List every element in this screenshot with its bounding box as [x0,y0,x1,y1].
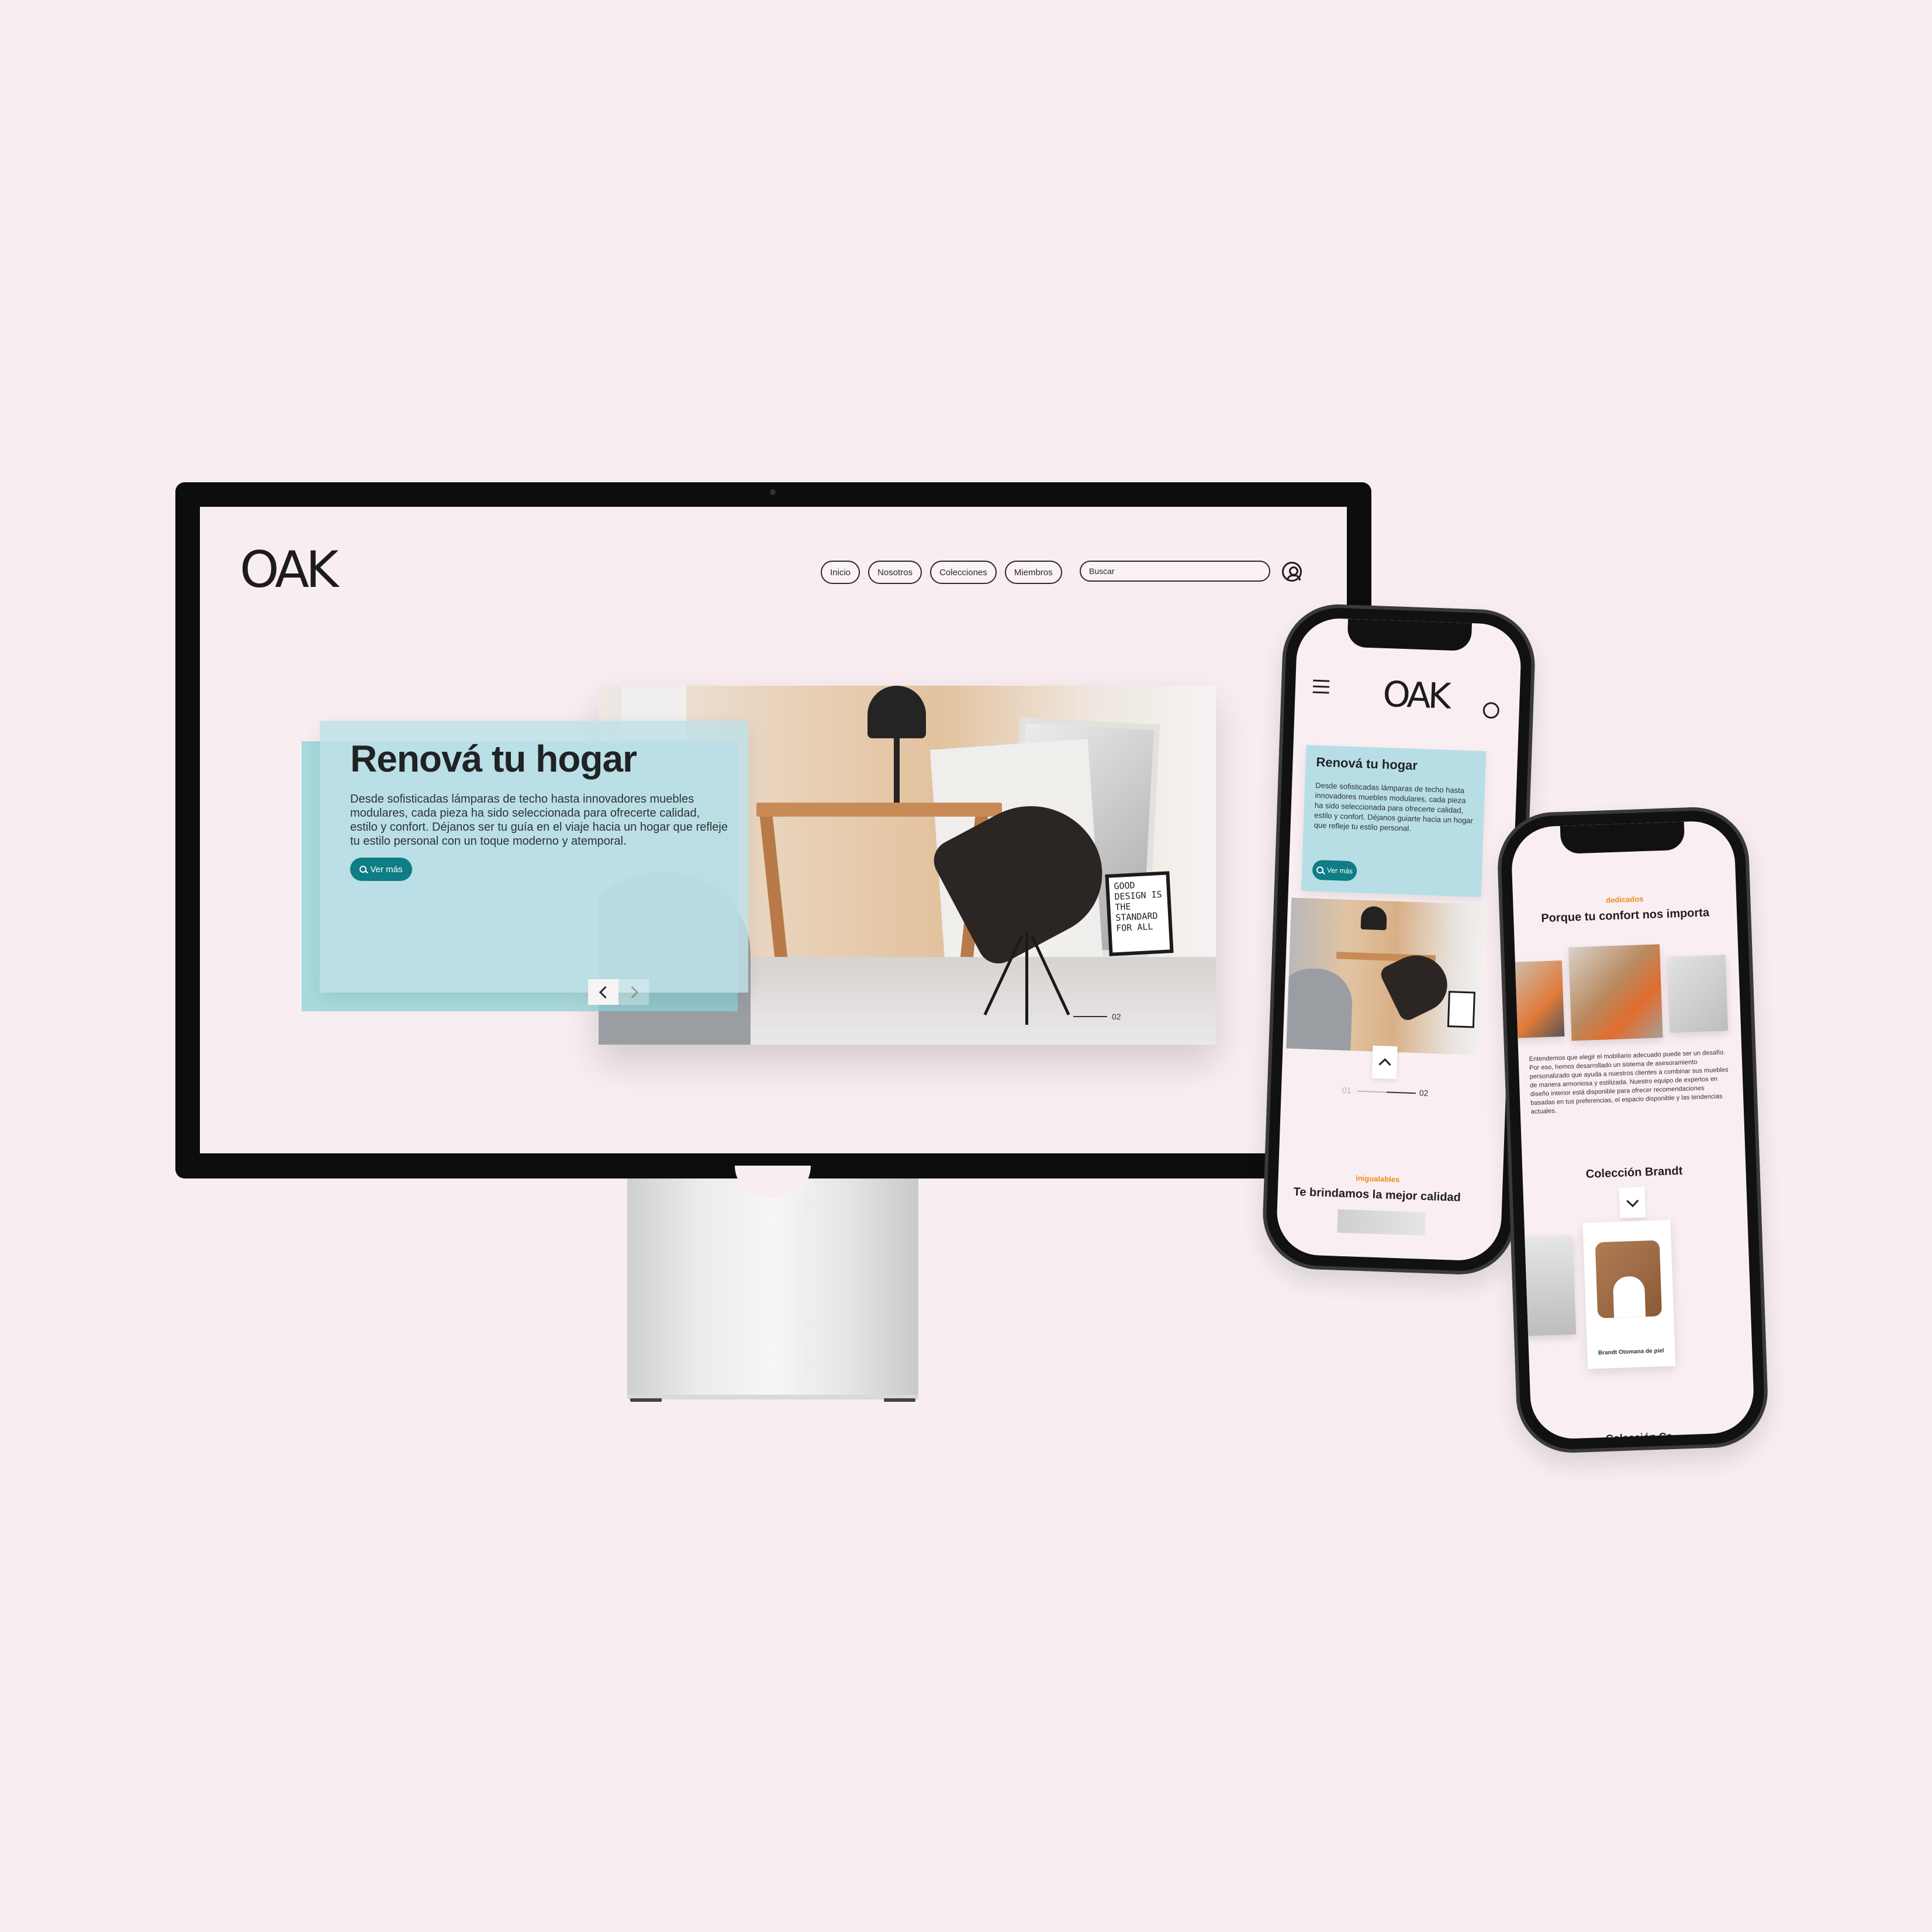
hero-card: Renová tu hogar Desde sofisticadas lámpa… [1301,745,1487,897]
stand-foot [884,1398,915,1402]
paragraph: Entendemos que elegir el mobiliario adec… [1529,1049,1729,1116]
product-image [1595,1240,1663,1319]
poster [1447,991,1475,1028]
lamp [868,686,926,738]
armchair [1286,967,1354,1055]
product-card[interactable]: Brandt Otomana de piel [1582,1219,1676,1369]
hero-card: Renová tu hogar Desde sofisticadas lámpa… [320,721,748,993]
main-nav: Inicio Nosotros Colecciones Miembros [821,561,1062,584]
section-tag: dedicados [1605,894,1644,905]
phone-screen: dedicados Porque tu confort nos importa … [1510,820,1755,1440]
ver-mas-button[interactable]: Ver más [350,858,412,881]
search-input[interactable]: Buscar [1080,561,1270,582]
slide-number: 02 [1112,1012,1121,1021]
monitor-stand [627,1178,918,1398]
desk [756,803,1002,817]
slider-next-button[interactable] [618,979,649,1005]
search-icon [1316,866,1324,874]
hero-title: Renová tu hogar [350,738,637,780]
user-account-icon[interactable] [1282,562,1302,582]
brand-logo[interactable]: OAK [240,541,338,599]
chevron-down-icon [1626,1194,1639,1207]
chevron-left-icon [599,986,611,998]
gallery-image-right[interactable] [1667,955,1729,1033]
ver-mas-label: Ver más [370,864,403,875]
counter-bar [1386,1091,1416,1094]
chevron-up-icon [1378,1057,1391,1070]
product-thumb-left[interactable] [1520,1235,1577,1336]
nav-item-colecciones[interactable]: Colecciones [930,561,997,584]
phone-notch [1560,821,1685,854]
section-title: Porque tu confort nos importa [1541,906,1710,925]
webcam [770,489,776,495]
gallery-image-center[interactable] [1568,944,1663,1041]
phone-notch [1347,618,1472,652]
section-title: Te brindamos la mejor calidad [1293,1185,1461,1204]
nav-item-inicio[interactable]: Inicio [821,561,860,584]
collection-title: Colección Brandt [1585,1164,1683,1181]
ver-mas-button[interactable]: Ver más [1312,859,1357,882]
stand-foot [630,1398,662,1402]
nav-item-nosotros[interactable]: Nosotros [868,561,922,584]
chevron-right-icon [625,986,638,998]
slide-number-prev: 01 [1342,1085,1352,1095]
lamp-stem [894,738,900,803]
brand-logo[interactable]: OAK [1382,674,1449,717]
menu-icon[interactable] [1312,679,1330,694]
phone-mockup-collections: dedicados Porque tu confort nos importa … [1496,805,1769,1455]
counter-bar [1073,1016,1107,1017]
next-collection-title: Colección Ca... [1605,1430,1682,1440]
chair-leg [1025,931,1028,1025]
phone-screen: OAK Renová tu hogar Desde sofisticadas l… [1276,617,1522,1262]
gallery-image-left[interactable] [1511,960,1565,1038]
section-tag: inigualables [1355,1173,1400,1184]
nav-item-miembros[interactable]: Miembros [1004,561,1062,584]
lamp [1360,905,1387,931]
desk-leg [759,817,790,974]
desktop-monitor: OAK Inicio Nosotros Colecciones Miembros… [175,482,1371,1178]
scroll-down-button[interactable] [1619,1187,1646,1218]
slide-counter: 02 [1073,1012,1121,1021]
hero-title: Renová tu hogar [1316,754,1418,773]
poster: GOOD DESIGN IS THE STANDARD FOR ALL [1105,871,1174,956]
hero-description: Desde sofisticadas lámparas de techo has… [350,793,728,848]
stand-base [627,1395,918,1399]
hero-image [1286,897,1485,1055]
product-name: Brandt Otomana de piel [1598,1347,1664,1357]
search-icon [360,866,367,873]
hero-description: Desde sofisticadas lámparas de techo has… [1314,780,1474,833]
user-account-icon[interactable] [1482,701,1500,719]
scroll-up-button[interactable] [1371,1045,1398,1079]
slide-number: 02 [1419,1088,1429,1098]
slider-prev-button[interactable] [588,979,618,1005]
desktop-screen: OAK Inicio Nosotros Colecciones Miembros… [200,507,1347,1153]
phone-mockup-home: OAK Renová tu hogar Desde sofisticadas l… [1261,602,1537,1277]
ver-mas-label: Ver más [1326,866,1353,876]
section-image [1337,1209,1426,1236]
